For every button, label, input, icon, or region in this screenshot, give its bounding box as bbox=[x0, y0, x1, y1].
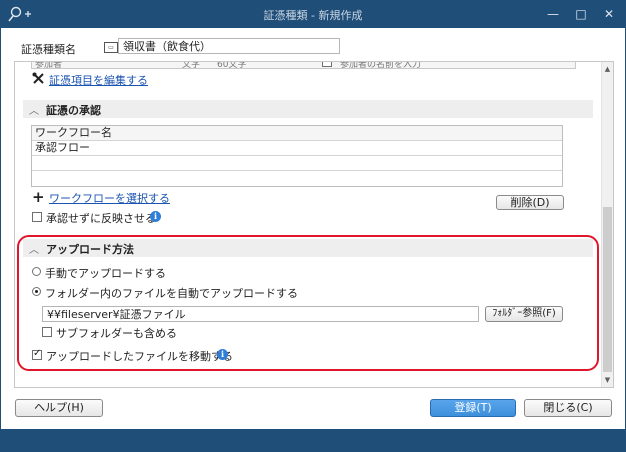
fields-table-partial: 参加者 文字 60文字 参加者の名前を入力 bbox=[31, 61, 576, 70]
scroll-up-arrow-icon[interactable]: ▲ bbox=[603, 64, 612, 74]
table-cell: 参加者 bbox=[35, 61, 63, 70]
include-subfolders-label: サブフォルダーも含める bbox=[56, 327, 177, 340]
close-window-button[interactable]: ✕ bbox=[597, 3, 621, 25]
help-button[interactable]: ヘルプ(H) bbox=[15, 399, 103, 417]
move-files-label: アップロードしたファイルを移動する bbox=[46, 350, 233, 363]
settings-scroll-area[interactable]: 参加者 文字 60文字 参加者の名前を入力 証憑項目を編集する ︿ 証憑の承認 … bbox=[14, 61, 614, 388]
edit-fields-link[interactable]: 証憑項目を編集する bbox=[49, 72, 148, 88]
name-input[interactable]: 領収書（飲食代） bbox=[118, 38, 340, 54]
manual-upload-label: 手動でアップロードする bbox=[45, 267, 166, 280]
reflect-without-approval-label: 承認せずに反映させる bbox=[46, 212, 156, 225]
maximize-button[interactable]: □ bbox=[569, 3, 593, 25]
name-row: 証憑種類名 ▭ 領収書（飲食代） bbox=[1, 28, 625, 60]
delete-button[interactable]: 削除(D) bbox=[496, 195, 564, 210]
close-button[interactable]: 閉じる(C) bbox=[524, 399, 612, 417]
footer-bar bbox=[1, 429, 625, 451]
approval-section-title: 証憑の承認 bbox=[46, 104, 101, 117]
folder-path-input[interactable]: ¥¥fileserver¥証憑ファイル bbox=[42, 306, 479, 322]
upload-section-header[interactable]: ︿ アップロード方法 bbox=[23, 239, 593, 257]
register-button[interactable]: 登録(T) bbox=[430, 399, 516, 417]
title-bar: 証憑種類 - 新規作成 — □ ✕ bbox=[1, 1, 625, 28]
info-icon[interactable]: i bbox=[150, 211, 161, 222]
chevron-up-icon: ︿ bbox=[29, 106, 39, 117]
scroll-down-arrow-icon[interactable]: ▼ bbox=[603, 375, 612, 385]
table-row[interactable]: 承認フロー bbox=[32, 141, 562, 156]
table-cell: 文字 bbox=[182, 61, 201, 70]
move-files-checkbox[interactable] bbox=[32, 348, 42, 360]
scrollbar-thumb[interactable] bbox=[603, 207, 612, 372]
plus-icon: + bbox=[32, 188, 45, 206]
table-checkbox[interactable] bbox=[322, 62, 332, 67]
auto-upload-label: フォルダー内のファイルを自動でアップロードする bbox=[45, 287, 298, 300]
dialog-window: 証憑種類 - 新規作成 — □ ✕ 証憑種類名 ▭ 領収書（飲食代） 参加者 文… bbox=[0, 0, 626, 452]
tools-icon bbox=[32, 72, 44, 84]
approval-section-header[interactable]: ︿ 証憑の承認 bbox=[23, 100, 593, 118]
reflect-without-approval-checkbox[interactable] bbox=[32, 212, 42, 222]
window-title: 証憑種類 - 新規作成 bbox=[263, 9, 363, 22]
select-workflow-link[interactable]: ワークフローを選択する bbox=[49, 190, 170, 206]
chevron-up-icon: ︿ bbox=[29, 245, 39, 256]
table-cell: 参加者の名前を入力 bbox=[340, 61, 422, 70]
table-row[interactable] bbox=[32, 156, 562, 171]
minimize-button[interactable]: — bbox=[541, 3, 565, 25]
auto-upload-radio[interactable] bbox=[32, 287, 41, 296]
include-subfolders-checkbox[interactable] bbox=[42, 327, 52, 337]
id-card-icon: ▭ bbox=[104, 42, 118, 53]
workflow-table-header: ワークフロー名 bbox=[32, 126, 562, 141]
browse-folder-button[interactable]: ﾌｫﾙﾀﾞｰ参照(F) bbox=[485, 306, 563, 322]
vertical-scrollbar[interactable]: ▲ ▼ bbox=[601, 62, 613, 387]
name-label: 証憑種類名 bbox=[21, 43, 76, 56]
table-row[interactable] bbox=[32, 171, 562, 186]
upload-section-title: アップロード方法 bbox=[46, 243, 134, 256]
table-cell: 60文字 bbox=[217, 61, 247, 70]
manual-upload-radio[interactable] bbox=[32, 267, 41, 276]
info-icon[interactable]: i bbox=[217, 349, 228, 360]
workflow-table: ワークフロー名 承認フロー bbox=[31, 125, 563, 187]
